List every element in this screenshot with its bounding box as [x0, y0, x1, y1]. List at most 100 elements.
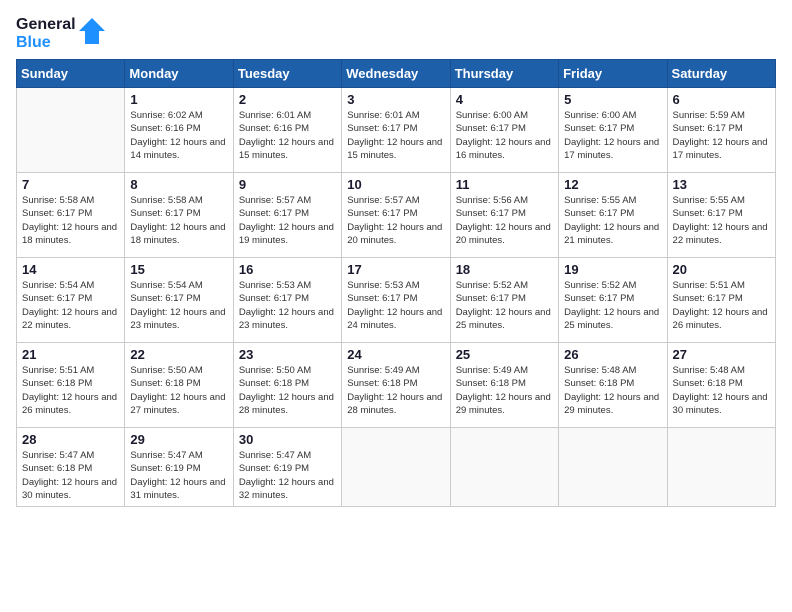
day-number: 23 [239, 347, 336, 362]
day-info: Sunrise: 6:00 AMSunset: 6:17 PMDaylight:… [456, 109, 553, 162]
day-info: Sunrise: 5:57 AMSunset: 6:17 PMDaylight:… [347, 194, 444, 247]
day-number: 6 [673, 92, 770, 107]
day-number: 28 [22, 432, 119, 447]
calendar-cell: 3 Sunrise: 6:01 AMSunset: 6:17 PMDaylight… [342, 88, 450, 173]
day-number: 3 [347, 92, 444, 107]
calendar-cell: 9 Sunrise: 5:57 AMSunset: 6:17 PMDaylight… [233, 173, 341, 258]
day-number: 5 [564, 92, 661, 107]
day-number: 19 [564, 262, 661, 277]
calendar-cell: 14 Sunrise: 5:54 AMSunset: 6:17 PMDayligh… [17, 258, 125, 343]
day-info: Sunrise: 5:48 AMSunset: 6:18 PMDaylight:… [564, 364, 661, 417]
day-info: Sunrise: 5:51 AMSunset: 6:17 PMDaylight:… [673, 279, 770, 332]
weekday-header-sunday: Sunday [17, 60, 125, 88]
day-info: Sunrise: 6:00 AMSunset: 6:17 PMDaylight:… [564, 109, 661, 162]
day-number: 17 [347, 262, 444, 277]
weekday-header-wednesday: Wednesday [342, 60, 450, 88]
logo-bird-icon [79, 18, 105, 50]
day-info: Sunrise: 5:53 AMSunset: 6:17 PMDaylight:… [239, 279, 336, 332]
calendar-cell [17, 88, 125, 173]
calendar-cell: 8 Sunrise: 5:58 AMSunset: 6:17 PMDaylight… [125, 173, 233, 258]
logo-blue: Blue [16, 34, 76, 52]
day-info: Sunrise: 5:58 AMSunset: 6:17 PMDaylight:… [22, 194, 119, 247]
day-info: Sunrise: 5:47 AMSunset: 6:19 PMDaylight:… [239, 449, 336, 502]
calendar-cell: 1 Sunrise: 6:02 AMSunset: 6:16 PMDaylight… [125, 88, 233, 173]
day-info: Sunrise: 5:47 AMSunset: 6:19 PMDaylight:… [130, 449, 227, 502]
calendar-cell: 27 Sunrise: 5:48 AMSunset: 6:18 PMDayligh… [667, 343, 775, 428]
day-info: Sunrise: 5:53 AMSunset: 6:17 PMDaylight:… [347, 279, 444, 332]
calendar-cell: 11Sunrise: 5:56 AMSunset: 6:17 PMDayligh… [450, 173, 558, 258]
calendar-cell [342, 428, 450, 507]
calendar-cell: 19 Sunrise: 5:52 AMSunset: 6:17 PMDayligh… [559, 258, 667, 343]
calendar-cell: 5 Sunrise: 6:00 AMSunset: 6:17 PMDaylight… [559, 88, 667, 173]
day-info: Sunrise: 6:02 AMSunset: 6:16 PMDaylight:… [130, 109, 227, 162]
calendar-cell: 29 Sunrise: 5:47 AMSunset: 6:19 PMDayligh… [125, 428, 233, 507]
day-info: Sunrise: 5:47 AMSunset: 6:18 PMDaylight:… [22, 449, 119, 502]
day-number: 13 [673, 177, 770, 192]
day-number: 4 [456, 92, 553, 107]
calendar-cell: 12Sunrise: 5:55 AMSunset: 6:17 PMDayligh… [559, 173, 667, 258]
weekday-header-friday: Friday [559, 60, 667, 88]
day-info: Sunrise: 5:48 AMSunset: 6:18 PMDaylight:… [673, 364, 770, 417]
calendar-cell [450, 428, 558, 507]
calendar-cell: 4 Sunrise: 6:00 AMSunset: 6:17 PMDaylight… [450, 88, 558, 173]
logo-general: General [16, 16, 76, 34]
day-number: 26 [564, 347, 661, 362]
day-number: 22 [130, 347, 227, 362]
day-number: 1 [130, 92, 227, 107]
day-number: 11 [456, 177, 553, 192]
weekday-header-monday: Monday [125, 60, 233, 88]
calendar-cell [559, 428, 667, 507]
calendar-cell: 21 Sunrise: 5:51 AMSunset: 6:18 PMDayligh… [17, 343, 125, 428]
day-number: 10 [347, 177, 444, 192]
day-number: 9 [239, 177, 336, 192]
day-info: Sunrise: 6:01 AMSunset: 6:16 PMDaylight:… [239, 109, 336, 162]
day-info: Sunrise: 5:50 AMSunset: 6:18 PMDaylight:… [239, 364, 336, 417]
day-info: Sunrise: 5:55 AMSunset: 6:17 PMDaylight:… [564, 194, 661, 247]
calendar-cell: 20 Sunrise: 5:51 AMSunset: 6:17 PMDayligh… [667, 258, 775, 343]
day-number: 24 [347, 347, 444, 362]
calendar-cell: 2Sunrise: 6:01 AMSunset: 6:16 PMDaylight… [233, 88, 341, 173]
calendar-cell: 17 Sunrise: 5:53 AMSunset: 6:17 PMDayligh… [342, 258, 450, 343]
day-info: Sunrise: 5:49 AMSunset: 6:18 PMDaylight:… [347, 364, 444, 417]
calendar-cell: 10 Sunrise: 5:57 AMSunset: 6:17 PMDayligh… [342, 173, 450, 258]
day-info: Sunrise: 5:54 AMSunset: 6:17 PMDaylight:… [22, 279, 119, 332]
day-number: 21 [22, 347, 119, 362]
day-number: 27 [673, 347, 770, 362]
calendar-cell: 18 Sunrise: 5:52 AMSunset: 6:17 PMDayligh… [450, 258, 558, 343]
day-info: Sunrise: 5:57 AMSunset: 6:17 PMDaylight:… [239, 194, 336, 247]
day-number: 18 [456, 262, 553, 277]
calendar-cell: 26 Sunrise: 5:48 AMSunset: 6:18 PMDayligh… [559, 343, 667, 428]
calendar-cell: 13 Sunrise: 5:55 AMSunset: 6:17 PMDayligh… [667, 173, 775, 258]
weekday-header-thursday: Thursday [450, 60, 558, 88]
calendar-cell [667, 428, 775, 507]
calendar-cell: 7 Sunrise: 5:58 AMSunset: 6:17 PMDaylight… [17, 173, 125, 258]
day-number: 25 [456, 347, 553, 362]
day-number: 8 [130, 177, 227, 192]
day-info: Sunrise: 5:50 AMSunset: 6:18 PMDaylight:… [130, 364, 227, 417]
calendar-cell: 22 Sunrise: 5:50 AMSunset: 6:18 PMDayligh… [125, 343, 233, 428]
day-number: 7 [22, 177, 119, 192]
day-number: 20 [673, 262, 770, 277]
day-number: 29 [130, 432, 227, 447]
day-number: 14 [22, 262, 119, 277]
calendar-cell: 16 Sunrise: 5:53 AMSunset: 6:17 PMDayligh… [233, 258, 341, 343]
day-info: Sunrise: 5:58 AMSunset: 6:17 PMDaylight:… [130, 194, 227, 247]
day-number: 15 [130, 262, 227, 277]
calendar-cell: 25 Sunrise: 5:49 AMSunset: 6:18 PMDayligh… [450, 343, 558, 428]
day-info: Sunrise: 6:01 AMSunset: 6:17 PMDaylight:… [347, 109, 444, 162]
logo: General Blue [16, 16, 105, 51]
day-info: Sunrise: 5:54 AMSunset: 6:17 PMDaylight:… [130, 279, 227, 332]
calendar-cell: 30 Sunrise: 5:47 AMSunset: 6:19 PMDayligh… [233, 428, 341, 507]
calendar-table: SundayMondayTuesdayWednesdayThursdayFrid… [16, 59, 776, 507]
day-info: Sunrise: 5:55 AMSunset: 6:17 PMDaylight:… [673, 194, 770, 247]
day-number: 16 [239, 262, 336, 277]
day-info: Sunrise: 5:52 AMSunset: 6:17 PMDaylight:… [564, 279, 661, 332]
weekday-header-tuesday: Tuesday [233, 60, 341, 88]
day-number: 30 [239, 432, 336, 447]
day-info: Sunrise: 5:59 AMSunset: 6:17 PMDaylight:… [673, 109, 770, 162]
calendar-cell: 6 Sunrise: 5:59 AMSunset: 6:17 PMDaylight… [667, 88, 775, 173]
day-info: Sunrise: 5:51 AMSunset: 6:18 PMDaylight:… [22, 364, 119, 417]
day-info: Sunrise: 5:52 AMSunset: 6:17 PMDaylight:… [456, 279, 553, 332]
calendar-cell: 24 Sunrise: 5:49 AMSunset: 6:18 PMDayligh… [342, 343, 450, 428]
day-info: Sunrise: 5:49 AMSunset: 6:18 PMDaylight:… [456, 364, 553, 417]
